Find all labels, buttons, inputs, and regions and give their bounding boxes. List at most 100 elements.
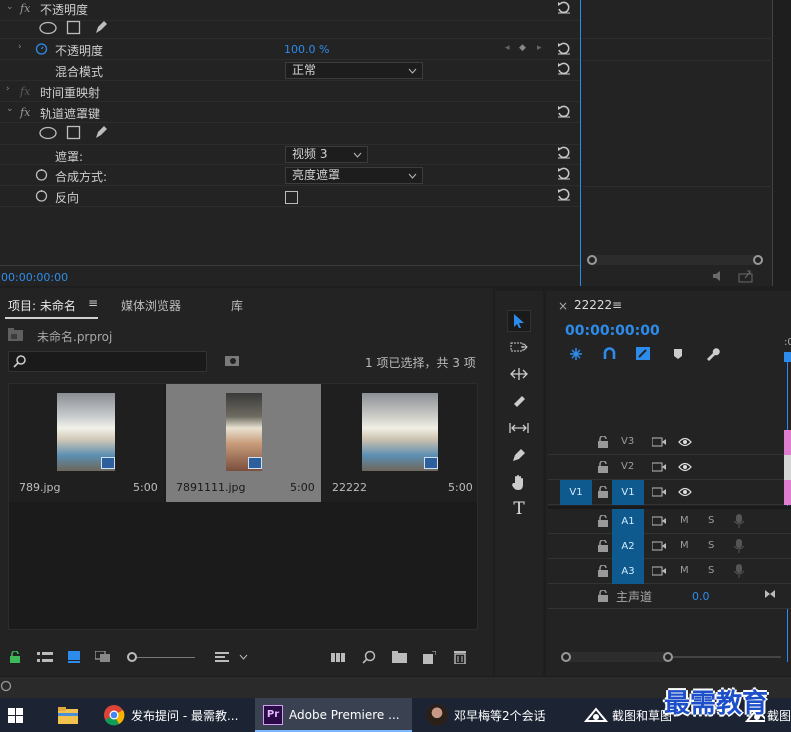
sequence-timecode[interactable]: 00:00:00:00 bbox=[565, 323, 660, 339]
rectangle-mask-icon[interactable] bbox=[66, 20, 81, 35]
tab-project[interactable]: 项目: 未命名 bbox=[8, 297, 76, 314]
track-select-tool-button[interactable] bbox=[507, 336, 531, 358]
eye-icon[interactable] bbox=[678, 462, 692, 472]
zoom-slider[interactable] bbox=[131, 657, 195, 658]
microphone-icon[interactable] bbox=[734, 514, 744, 528]
windows-start-icon[interactable] bbox=[8, 708, 23, 723]
zoom-slider-handle[interactable] bbox=[127, 652, 137, 662]
sort-icon[interactable] bbox=[215, 652, 229, 663]
track-a3[interactable]: A3 M S bbox=[548, 559, 791, 584]
icon-view-icon[interactable] bbox=[68, 651, 80, 663]
zoom-scrollbar[interactable] bbox=[587, 255, 763, 265]
list-view-icon[interactable] bbox=[37, 652, 53, 663]
eye-icon[interactable] bbox=[678, 437, 692, 447]
lock-icon[interactable] bbox=[9, 651, 21, 664]
export-icon[interactable] bbox=[738, 269, 754, 283]
reset-icon[interactable] bbox=[557, 146, 571, 160]
track-matte-header-row[interactable]: ⌄ fx 轨道遮罩键 bbox=[0, 102, 580, 123]
track-a2[interactable]: A2 M S bbox=[548, 534, 791, 559]
expand-arrow-icon[interactable]: › bbox=[6, 84, 10, 94]
composite-dropdown[interactable]: 亮度遮罩 bbox=[285, 167, 423, 184]
track-v1[interactable]: V1 V1 bbox=[548, 480, 791, 505]
sync-lock-icon[interactable] bbox=[652, 437, 666, 447]
scrollbar-handle-left[interactable] bbox=[587, 255, 597, 265]
track-lock-icon[interactable] bbox=[598, 540, 608, 552]
taskbar-item-browser[interactable]: 发布提问 - 最需教... bbox=[97, 698, 247, 732]
reset-icon[interactable] bbox=[557, 188, 571, 202]
next-keyframe-icon[interactable]: ▸ bbox=[537, 43, 542, 53]
project-item[interactable]: 22222 5:00 bbox=[322, 384, 477, 502]
reset-icon[interactable] bbox=[557, 105, 571, 119]
new-bin-icon[interactable] bbox=[392, 651, 407, 663]
track-a1[interactable]: A1 M S bbox=[548, 509, 791, 534]
stopwatch-icon[interactable] bbox=[35, 189, 48, 202]
rectangle-mask-icon[interactable] bbox=[66, 125, 81, 140]
type-tool-button[interactable]: T bbox=[507, 498, 531, 520]
audio-only-icon[interactable] bbox=[711, 270, 727, 282]
track-target-a1[interactable]: A1 bbox=[612, 509, 644, 534]
scrollbar-handle-right[interactable] bbox=[663, 652, 673, 662]
panel-menu-icon[interactable]: ≡ bbox=[612, 298, 622, 312]
mute-button[interactable]: M bbox=[680, 565, 689, 576]
stopwatch-icon[interactable] bbox=[35, 168, 48, 181]
sync-lock-icon[interactable] bbox=[652, 566, 666, 576]
expand-arrow-icon[interactable]: › bbox=[18, 42, 22, 52]
fx-toggle-icon[interactable]: fx bbox=[20, 2, 30, 15]
mute-button[interactable]: M bbox=[680, 515, 689, 526]
track-lock-icon[interactable] bbox=[598, 590, 608, 602]
automate-sequence-icon[interactable] bbox=[331, 652, 348, 663]
trash-icon[interactable] bbox=[454, 650, 466, 664]
collapse-arrow-icon[interactable]: ⌄ bbox=[6, 104, 14, 114]
project-item[interactable]: 789.jpg 5:00 bbox=[9, 384, 164, 502]
track-clip[interactable] bbox=[784, 455, 791, 480]
effect-timecode[interactable]: 00:00:00:00 bbox=[1, 271, 68, 284]
go-to-end-icon[interactable] bbox=[764, 588, 776, 600]
ellipse-mask-icon[interactable] bbox=[38, 126, 58, 140]
master-volume[interactable]: 0.0 bbox=[692, 590, 710, 603]
solo-button[interactable]: S bbox=[708, 540, 714, 551]
playhead[interactable] bbox=[784, 352, 791, 362]
tab-media-browser[interactable]: 媒体浏览器 bbox=[121, 297, 181, 314]
mute-button[interactable]: M bbox=[680, 540, 689, 551]
prev-keyframe-icon[interactable]: ◂ bbox=[505, 43, 510, 53]
reset-icon[interactable] bbox=[557, 1, 571, 15]
matte-dropdown[interactable]: 视频 3 bbox=[285, 146, 368, 163]
track-lock-icon[interactable] bbox=[598, 461, 608, 473]
nest-icon[interactable] bbox=[569, 347, 583, 361]
track-target-a2[interactable]: A2 bbox=[612, 534, 644, 559]
stopwatch-icon[interactable] bbox=[35, 42, 48, 55]
track-lock-icon[interactable] bbox=[598, 436, 608, 448]
track-clip[interactable] bbox=[784, 430, 791, 455]
pen-tool-button[interactable] bbox=[507, 444, 531, 466]
tab-library[interactable]: 库 bbox=[231, 297, 243, 314]
sync-lock-icon[interactable] bbox=[652, 462, 666, 472]
panel-menu-icon[interactable]: ≡ bbox=[88, 296, 98, 310]
microphone-icon[interactable] bbox=[734, 564, 744, 578]
track-lock-icon[interactable] bbox=[598, 565, 608, 577]
slip-tool-button[interactable] bbox=[507, 417, 531, 439]
ellipse-mask-icon[interactable] bbox=[38, 21, 58, 35]
reset-icon[interactable] bbox=[557, 62, 571, 76]
sync-lock-icon[interactable] bbox=[652, 516, 666, 526]
scrollbar-handle-left[interactable] bbox=[561, 652, 571, 662]
track-master[interactable]: 主声道 0.0 bbox=[548, 584, 791, 609]
close-tab-icon[interactable]: × bbox=[558, 299, 568, 313]
add-keyframe-icon[interactable]: ◆ bbox=[519, 43, 526, 53]
track-lock-icon[interactable] bbox=[598, 515, 608, 527]
find-icon[interactable] bbox=[362, 650, 376, 664]
effect-controls-timeline[interactable] bbox=[580, 0, 773, 286]
track-target-v1[interactable]: V1 bbox=[612, 480, 644, 505]
reverse-checkbox[interactable] bbox=[285, 191, 298, 204]
selection-tool-button[interactable] bbox=[507, 310, 531, 332]
snap-magnet-icon[interactable] bbox=[603, 347, 616, 360]
chevron-down-icon[interactable] bbox=[239, 654, 248, 660]
reset-icon[interactable] bbox=[557, 167, 571, 181]
microphone-icon[interactable] bbox=[734, 539, 744, 553]
wrench-icon[interactable] bbox=[705, 346, 720, 361]
hand-tool-button[interactable] bbox=[507, 471, 531, 493]
time-remap-row[interactable]: › fx 时间重映射 bbox=[0, 81, 580, 102]
razor-tool-button[interactable] bbox=[507, 390, 531, 412]
pen-mask-icon[interactable] bbox=[93, 19, 109, 35]
fx-toggle-icon[interactable]: fx bbox=[20, 106, 30, 119]
collapse-arrow-icon[interactable]: ⌄ bbox=[6, 2, 14, 12]
